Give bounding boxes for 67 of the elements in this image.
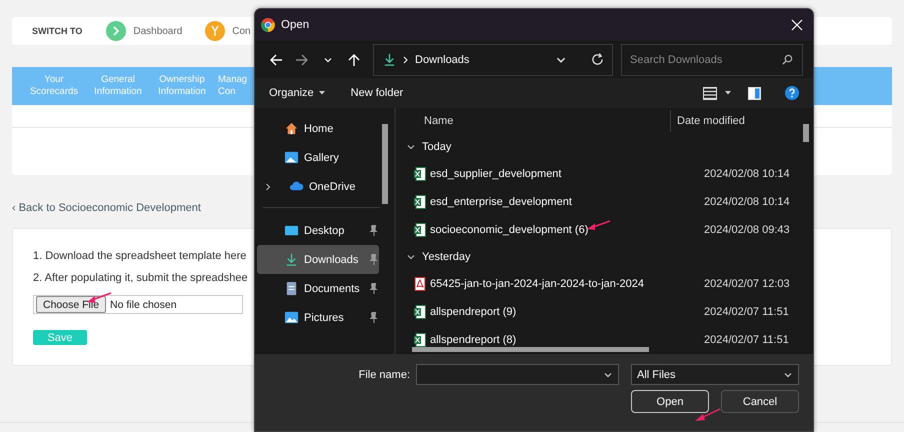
scrollbar-thumb[interactable] <box>382 124 388 204</box>
file-row[interactable]: 65425-jan-to-jan-2024-jan-2024-to-jan-2024 2024/02/07 12:03 <box>400 270 813 298</box>
help-icon[interactable] <box>785 86 799 100</box>
name-column-header[interactable]: Name <box>400 110 671 132</box>
collapse-icon <box>406 142 416 152</box>
spreadsheet-icon <box>414 305 426 319</box>
switch-link[interactable]: Con <box>205 21 251 41</box>
sidebar-item[interactable]: Gallery <box>257 143 379 172</box>
caret-icon <box>725 91 731 95</box>
close-icon[interactable] <box>791 19 803 31</box>
instruction-text: 2. After populating it, submit the spreadshee <box>33 271 248 285</box>
spreadsheet-icon <box>414 195 426 209</box>
picture-icon <box>284 310 299 325</box>
address-bar[interactable]: Downloads <box>373 44 613 76</box>
switch-link[interactable]: Dashboard <box>106 21 182 41</box>
sidebar-item[interactable]: OneDrive <box>257 172 379 201</box>
toolbar-command[interactable]: New folder <box>350 87 404 99</box>
switch-label: SWITCH TO <box>32 26 82 36</box>
branch-icon <box>205 21 226 41</box>
file-row[interactable]: esd_supplier_development 2024/02/08 10:14 <box>400 160 813 188</box>
pdf-icon <box>414 277 426 291</box>
group-header[interactable]: Today <box>400 134 813 160</box>
desktop-icon <box>284 223 299 238</box>
file-row[interactable]: socioeconomic_development (6) 2024/02/08 09:43 <box>400 216 813 244</box>
file-row[interactable]: esd_enterprise_development 2024/02/08 10:14 <box>400 188 813 216</box>
document-icon <box>284 281 299 296</box>
gallery-icon <box>284 150 299 165</box>
sidebar-item[interactable]: Pictures <box>257 303 379 332</box>
separator-icon <box>403 56 409 64</box>
download-icon <box>284 252 299 267</box>
dialog-button[interactable]: Cancel <box>721 390 799 413</box>
sidebar-item[interactable]: Documents <box>257 274 379 303</box>
file-name-label: File name: <box>358 368 410 380</box>
download-icon <box>382 52 397 67</box>
sidebar-item[interactable]: Downloads <box>257 245 379 274</box>
dialog-button[interactable]: Open <box>631 390 709 413</box>
collapse-icon <box>406 252 416 262</box>
browser-logo-icon <box>261 18 275 32</box>
file-row[interactable]: allspendreport (9) 2024/02/07 11:51 <box>400 298 813 326</box>
view-options-icon[interactable] <box>703 86 717 100</box>
file-type-dropdown[interactable]: All Files <box>631 364 799 385</box>
annotation-arrow <box>695 408 721 422</box>
search-icon <box>782 54 793 64</box>
spreadsheet-icon <box>414 333 426 347</box>
sidebar-item[interactable]: Home <box>257 114 379 143</box>
preview-pane-icon[interactable] <box>748 86 761 100</box>
refresh-icon[interactable] <box>591 53 604 66</box>
file-name-field[interactable] <box>416 364 619 385</box>
search-field[interactable]: Search Downloads <box>621 44 803 76</box>
caret-icon <box>318 91 325 95</box>
sidebar-item[interactable]: Desktop <box>257 216 379 245</box>
spreadsheet-icon <box>414 223 426 237</box>
location-text: Downloads <box>415 54 470 66</box>
date-column-header[interactable]: Date modified <box>671 115 745 127</box>
chevron-icon <box>106 21 126 41</box>
scrollbar-thumb[interactable] <box>803 124 809 142</box>
file-row[interactable]: allspendreport (8) 2024/02/07 11:51 <box>400 326 813 354</box>
spreadsheet-icon <box>414 167 426 181</box>
file-status: No file chosen <box>110 298 177 310</box>
toolbar-command[interactable]: Organize <box>269 87 325 99</box>
scrollbar-thumb[interactable] <box>412 347 649 352</box>
home-icon <box>284 121 299 136</box>
expand-icon[interactable] <box>263 182 273 192</box>
annotation-arrow <box>587 220 611 230</box>
dialog-title: Open <box>281 19 310 31</box>
group-header[interactable]: Yesterday <box>400 244 813 270</box>
instruction-text: 1. Download the spreadsheet template here <box>33 249 246 263</box>
